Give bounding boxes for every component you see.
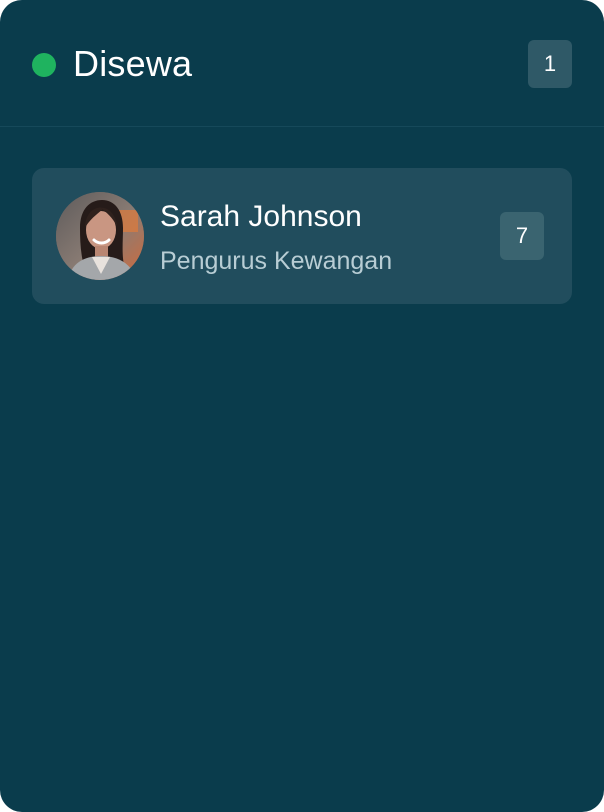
column-title: Disewa [73, 43, 193, 84]
avatar [56, 192, 144, 280]
column-header: Disewa 1 [0, 0, 604, 127]
status-dot-icon [32, 53, 56, 77]
kanban-column-hired: Disewa 1 Sarah Johnson Pengurus Kewangan… [0, 0, 604, 812]
candidate-name: Sarah Johnson [160, 200, 362, 233]
candidate-role: Pengurus Kewangan [160, 247, 393, 275]
candidate-count-badge: 7 [500, 212, 544, 260]
person-photo-icon [56, 192, 144, 280]
column-count-badge: 1 [528, 40, 572, 88]
candidate-card[interactable]: Sarah Johnson Pengurus Kewangan 7 [32, 168, 572, 304]
